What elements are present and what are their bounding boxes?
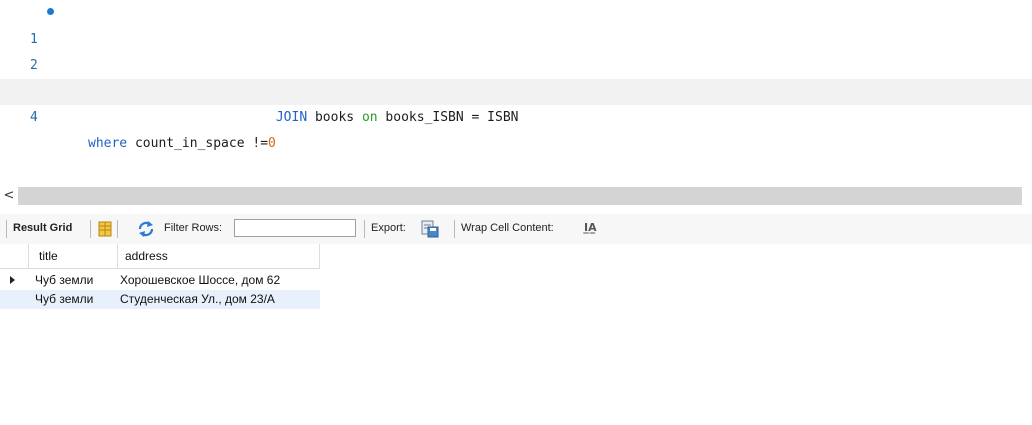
sql-keyword: where bbox=[88, 136, 128, 151]
export-icon[interactable] bbox=[421, 220, 439, 238]
sql-keyword: 0 bbox=[268, 136, 276, 151]
column-header-title[interactable]: title bbox=[39, 249, 58, 263]
export-label: Export: bbox=[371, 222, 406, 234]
grid-header: title address bbox=[0, 244, 320, 269]
code-line-3[interactable]: 3 JOIN books on books_ISBN = ISBN bbox=[0, 53, 1032, 125]
result-toolbar: Result Grid Filter Rows: Export: Wrap Ce bbox=[0, 214, 1032, 244]
sql-text: books bbox=[307, 110, 362, 125]
code-text: JOIN books on books_ISBN = ISBN bbox=[88, 105, 519, 131]
column-divider[interactable] bbox=[319, 244, 320, 268]
column-divider[interactable] bbox=[117, 244, 118, 268]
result-grid-tab[interactable]: Result Grid bbox=[13, 222, 72, 234]
sql-keyword: on bbox=[361, 110, 378, 125]
wrap-cell-icon[interactable]: I̲A̲ bbox=[584, 221, 597, 234]
code-line-1[interactable]: 1 SELECT title,address bbox=[0, 1, 1032, 99]
refresh-icon[interactable] bbox=[137, 220, 155, 238]
sql-keyword: JOIN bbox=[275, 110, 308, 125]
toolbar-divider bbox=[90, 220, 91, 238]
code-line-2[interactable]: 2 FROM spaces_has_books JOIN spaces ON s… bbox=[0, 27, 1032, 99]
code-text: where count_in_space !=0 bbox=[88, 131, 276, 157]
cell-title[interactable]: Чуб земли bbox=[35, 292, 93, 306]
toolbar-divider bbox=[117, 220, 118, 238]
toolbar-divider bbox=[6, 220, 7, 238]
sql-text: count_in_space != bbox=[127, 136, 269, 151]
wrap-cell-content-label: Wrap Cell Content: bbox=[461, 222, 554, 234]
scroll-left-icon[interactable]: < bbox=[0, 187, 18, 205]
toolbar-divider bbox=[364, 220, 365, 238]
filter-rows-input[interactable] bbox=[234, 219, 356, 237]
current-row-indicator-icon bbox=[10, 276, 15, 284]
sql-editor[interactable]: 1 SELECT title,address 2 FROM spaces_has… bbox=[0, 0, 1032, 180]
editor-horizontal-scrollbar[interactable]: < bbox=[0, 187, 1022, 205]
sql-text: books_ISBN = ISBN bbox=[377, 110, 519, 125]
column-divider bbox=[28, 244, 29, 268]
column-header-address[interactable]: address bbox=[125, 249, 168, 263]
cell-address[interactable]: Хорошевское Шоссе, дом 62 bbox=[120, 273, 280, 287]
line-number: 4 bbox=[30, 110, 38, 125]
toolbar-divider bbox=[454, 220, 455, 238]
statement-marker-icon bbox=[47, 8, 54, 15]
grid-layout-icon[interactable] bbox=[97, 221, 113, 237]
cell-title[interactable]: Чуб земли bbox=[35, 273, 93, 287]
table-row[interactable]: Чуб земли Студенческая Ул., дом 23/А bbox=[0, 290, 320, 309]
table-row[interactable]: Чуб земли Хорошевское Шоссе, дом 62 bbox=[0, 271, 320, 290]
filter-rows-label: Filter Rows: bbox=[164, 222, 223, 234]
cell-address[interactable]: Студенческая Ул., дом 23/А bbox=[120, 292, 275, 306]
code-line-4[interactable]: 4 where count_in_space !=0 bbox=[0, 79, 1032, 151]
